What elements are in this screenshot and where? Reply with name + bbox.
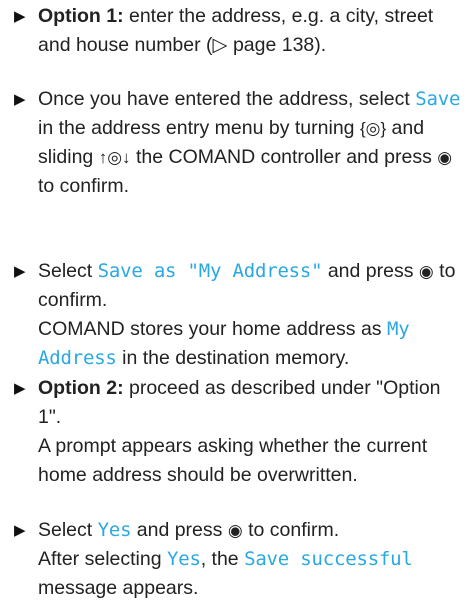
step-text-e: to confirm.	[38, 175, 130, 197]
instruction-document: ▶ Option 1: enter the address, e.g. a ci…	[0, 0, 474, 599]
step-text-b: and press	[322, 260, 419, 282]
step-result-text-end: message appears.	[38, 577, 199, 599]
display-term-save-as-my-address: Save as "My Address"	[97, 260, 323, 282]
step-text-b: page 138).	[227, 34, 327, 56]
step-text: Option 1: enter the address, e.g. a city…	[38, 2, 466, 60]
page-reference-icon: ▷	[212, 34, 228, 56]
step-text-b: in the address entry menu by turning	[38, 117, 360, 139]
display-term-yes-2: Yes	[166, 548, 201, 570]
bullet-arrow-icon: ▶	[14, 263, 26, 280]
option-1-label: Option 1:	[38, 5, 124, 27]
step-result-text-mid: , the	[200, 548, 245, 570]
instruction-step-option-2: ▶ Option 2: proceed as described under "…	[14, 374, 466, 490]
controller-turn-icon: {◎}	[359, 119, 387, 138]
step-text: Once you have entered the address, selec…	[38, 85, 466, 201]
bullet-arrow-icon: ▶	[14, 522, 26, 539]
step-text-a: Select	[38, 519, 98, 541]
bullet-arrow-icon: ▶	[14, 8, 26, 25]
step-text: Option 2: proceed as described under "Op…	[38, 374, 466, 490]
step-text: Select Yes and press ◉ to confirm. After …	[38, 516, 466, 603]
bullet-arrow-icon: ▶	[14, 91, 26, 108]
step-result-text: COMAND stores your home address as	[38, 318, 387, 340]
step-text-b: and press	[131, 519, 228, 541]
display-term-save-successful: Save successful	[244, 548, 413, 570]
instruction-step-save: ▶ Once you have entered the address, sel…	[14, 85, 466, 201]
step-result-text: A prompt appears asking whether the curr…	[38, 435, 428, 486]
step-text-d: the COMAND controller and press	[130, 146, 438, 168]
controller-press-icon: ◉	[418, 262, 434, 281]
controller-slide-icon: ↑◎↓	[98, 148, 131, 167]
instruction-step-save-as-my-address: ▶ Select Save as "My Address" and press …	[14, 257, 466, 373]
step-result-text: After selecting	[38, 548, 167, 570]
option-2-label: Option 2:	[38, 377, 124, 399]
step-result-text-end: in the destination memory.	[116, 347, 350, 369]
instruction-step-confirm-yes: ▶ Select Yes and press ◉ to confirm. Afte…	[14, 516, 466, 603]
instruction-step-option-1: ▶ Option 1: enter the address, e.g. a ci…	[14, 2, 466, 60]
step-text-a: Select	[38, 260, 98, 282]
step-text: Select Save as "My Address" and press ◉ …	[38, 257, 466, 373]
display-term-save: Save	[415, 88, 461, 110]
step-text-a: Once you have entered the address, selec…	[38, 88, 416, 110]
step-text-c: to confirm.	[242, 519, 340, 541]
controller-press-icon: ◉	[437, 148, 453, 167]
controller-press-icon: ◉	[227, 521, 243, 540]
display-term-yes: Yes	[97, 519, 132, 541]
bullet-arrow-icon: ▶	[14, 380, 26, 397]
